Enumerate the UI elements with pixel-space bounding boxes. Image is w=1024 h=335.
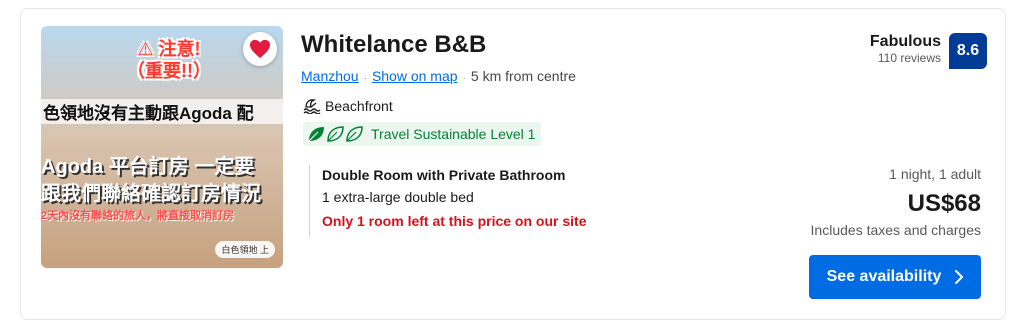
scarcity-message: Only 1 room left at this price on our si…	[322, 213, 587, 229]
beach-icon	[303, 99, 321, 114]
see-availability-label: See availability	[826, 268, 942, 285]
photo-location-tag: 白色領地 上	[215, 241, 275, 258]
photo-warning-line1: ⚠ 注意!	[137, 39, 201, 59]
show-on-map-link[interactable]: Show on map	[372, 68, 458, 84]
property-photo[interactable]: ⚠ 注意! （重要!!） 色領地沒有主動跟Agoda 配 Agoda 平台訂房 …	[41, 26, 283, 268]
photo-warning-text: ⚠ 注意! （重要!!）	[115, 38, 223, 82]
beachfront-label: Beachfront	[325, 98, 393, 114]
bed-info: 1 extra-large double bed	[322, 189, 474, 205]
location-link[interactable]: Manzhou	[301, 68, 359, 84]
photo-text-line: 跟我們聯絡確認訂房情況	[41, 183, 261, 205]
review-score[interactable]: Fabulous 110 reviews 8.6	[870, 33, 987, 69]
property-card: ⚠ 注意! （重要!!） 色領地沒有主動跟Agoda 配 Agoda 平台訂房 …	[20, 8, 1006, 320]
sustainability-label: Travel Sustainable Level 1	[371, 126, 536, 142]
leaf-icon	[308, 126, 363, 142]
taxes-note: Includes taxes and charges	[810, 222, 981, 238]
review-count: 110 reviews	[877, 51, 941, 65]
sustainability-badge[interactable]: Travel Sustainable Level 1	[303, 122, 542, 146]
rating-text: Fabulous 110 reviews	[870, 33, 941, 65]
separator-dot: ·	[462, 73, 466, 84]
see-availability-button[interactable]: See availability	[809, 255, 981, 299]
photo-warning-line2: （重要!!）	[127, 61, 211, 81]
price: US$68	[907, 190, 981, 217]
photo-text-line: 色領地沒有主動跟Agoda 配	[41, 99, 283, 124]
save-to-wishlist-button[interactable]	[243, 32, 277, 66]
photo-text-line: Agoda 平台訂房 一定要	[41, 156, 255, 178]
beachfront-feature: Beachfront	[303, 98, 393, 114]
chevron-right-icon	[955, 270, 964, 284]
photo-text-line: 2天內沒有聯絡的旅人，將直接取消訂房	[41, 210, 235, 222]
rating-word: Fabulous	[869, 33, 941, 50]
heart-icon	[250, 39, 270, 59]
separator-dot: ·	[363, 73, 367, 84]
property-location-row: Manzhou · Show on map · 5 km from centre	[301, 68, 576, 84]
property-title[interactable]: Whitelance B&B	[301, 31, 486, 59]
distance-text: 5 km from centre	[470, 68, 576, 84]
room-details: Double Room with Private Bathroom 1 extr…	[309, 165, 587, 237]
room-name: Double Room with Private Bathroom	[322, 167, 566, 183]
stay-summary: 1 night, 1 adult	[889, 166, 981, 182]
score-badge: 8.6	[949, 33, 987, 69]
